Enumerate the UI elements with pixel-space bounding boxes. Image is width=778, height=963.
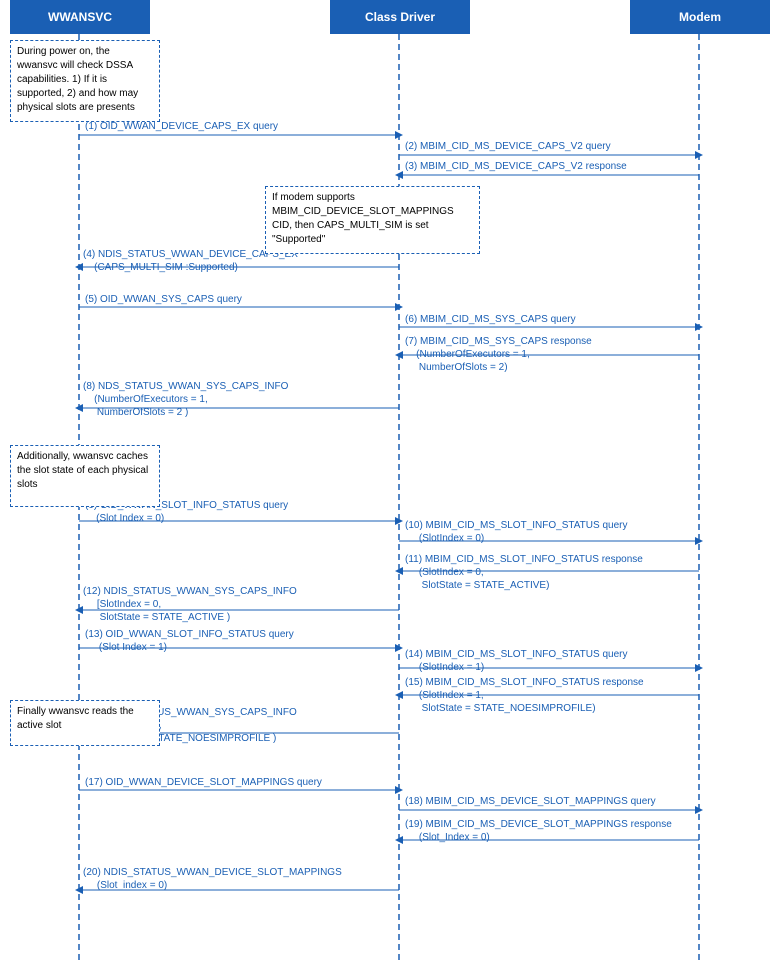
lane-header-classdriver: Class Driver	[330, 0, 470, 34]
note-cache-slots: Additionally, wwansvc caches the slot st…	[10, 445, 160, 507]
msg-label-14: (14) MBIM_CID_MS_SLOT_INFO_STATUS query …	[405, 648, 627, 674]
note-active-slot: Finally wwansvc reads the active slot	[10, 700, 160, 746]
note-capsMultiSim: If modem supports MBIM_CID_DEVICE_SLOT_M…	[265, 186, 480, 254]
msg-label-11: (11) MBIM_CID_MS_SLOT_INFO_STATUS respon…	[405, 553, 643, 592]
sequence-diagram: WWANSVC Class Driver Modem	[0, 0, 778, 963]
msg-label-7: (7) MBIM_CID_MS_SYS_CAPS response (Numbe…	[405, 335, 592, 374]
msg-label-20: (20) NDIS_STATUS_WWAN_DEVICE_SLOT_MAPPIN…	[83, 866, 342, 892]
lane-label-wwansvc: WWANSVC	[48, 10, 112, 24]
msg-label-13: (13) OID_WWAN_SLOT_INFO_STATUS query (Sl…	[85, 628, 294, 654]
msg-label-8: (8) NDS_STATUS_WWAN_SYS_CAPS_INFO (Numbe…	[83, 380, 288, 419]
msg-label-3: (3) MBIM_CID_MS_DEVICE_CAPS_V2 response	[405, 160, 627, 173]
msg-label-12: (12) NDIS_STATUS_WWAN_SYS_CAPS_INFO [Slo…	[83, 585, 297, 624]
lane-label-classdriver: Class Driver	[365, 10, 435, 24]
msg-label-6: (6) MBIM_CID_MS_SYS_CAPS query	[405, 313, 576, 326]
lane-label-modem: Modem	[679, 10, 721, 24]
note-poweron: During power on, the wwansvc will check …	[10, 40, 160, 122]
msg-label-17: (17) OID_WWAN_DEVICE_SLOT_MAPPINGS query	[85, 776, 322, 789]
msg-label-15: (15) MBIM_CID_MS_SLOT_INFO_STATUS respon…	[405, 676, 644, 715]
msg-label-18: (18) MBIM_CID_MS_DEVICE_SLOT_MAPPINGS qu…	[405, 795, 656, 808]
msg-label-19: (19) MBIM_CID_MS_DEVICE_SLOT_MAPPINGS re…	[405, 818, 672, 844]
lane-header-wwansvc: WWANSVC	[10, 0, 150, 34]
msg-label-10: (10) MBIM_CID_MS_SLOT_INFO_STATUS query …	[405, 519, 627, 545]
lane-header-modem: Modem	[630, 0, 770, 34]
msg-label-2: (2) MBIM_CID_MS_DEVICE_CAPS_V2 query	[405, 140, 611, 153]
msg-label-5: (5) OID_WWAN_SYS_CAPS query	[85, 293, 242, 306]
